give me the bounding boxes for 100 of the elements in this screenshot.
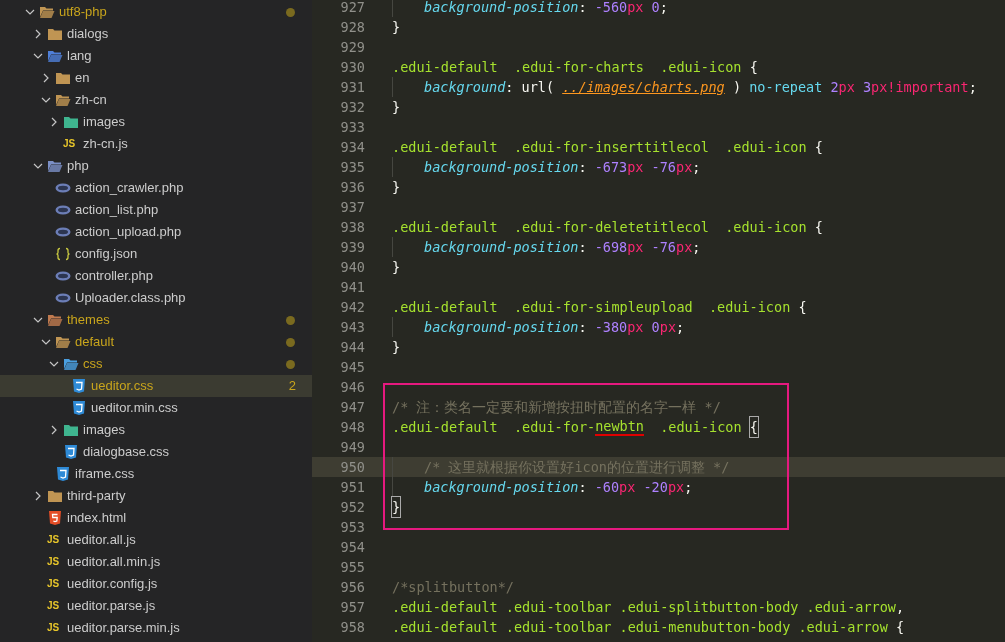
line-number: 953 xyxy=(339,517,365,537)
code-token: -76 xyxy=(650,237,676,257)
chevron-down-icon[interactable] xyxy=(25,7,35,17)
tree-item[interactable]: dialogs xyxy=(0,23,312,45)
tree-item[interactable]: JS ueditor.parse.min.js xyxy=(0,617,312,639)
code-token: -380 xyxy=(594,317,628,337)
js-file-icon: JS xyxy=(47,579,63,589)
code-token: , xyxy=(895,597,905,617)
line-number: 936 xyxy=(339,177,365,197)
line-number: 933 xyxy=(339,117,365,137)
tree-item[interactable]: lang xyxy=(0,45,312,67)
tree-item[interactable]: default xyxy=(0,331,312,353)
open-folder-icon xyxy=(47,48,63,64)
tree-item[interactable]: JS zh-cn.js xyxy=(0,133,312,155)
tree-item[interactable]: themes xyxy=(0,309,312,331)
open-folder-icon xyxy=(55,92,71,108)
chevron-down-icon[interactable] xyxy=(49,359,59,369)
line-number: 952 xyxy=(339,497,365,517)
code-token: /* 注：类名一定要和新增按扭时配置的名字一样 */ xyxy=(392,397,721,417)
line-number: 934 xyxy=(339,137,365,157)
code-token: 2 xyxy=(829,77,839,97)
tree-item[interactable]: ueditor.min.css xyxy=(0,397,312,419)
line-number: 949 xyxy=(339,437,365,457)
line-number: 947 xyxy=(339,397,365,417)
code-token: 0 xyxy=(650,0,660,17)
code-token: -698 xyxy=(594,237,628,257)
tree-item[interactable]: utf8-php xyxy=(0,1,312,23)
folder-icon xyxy=(63,422,79,438)
tree-item[interactable]: JS ueditor.all.js xyxy=(0,529,312,551)
tree-item[interactable]: images xyxy=(0,111,312,133)
code-token: } xyxy=(392,337,401,357)
tree-item[interactable]: index.html xyxy=(0,507,312,529)
line-number: 945 xyxy=(339,357,365,377)
chevron-right-icon[interactable] xyxy=(41,73,51,83)
tree-item[interactable]: images xyxy=(0,419,312,441)
code-token: ; xyxy=(968,77,977,97)
tree-item[interactable]: action_upload.php xyxy=(0,221,312,243)
line-number: 927 xyxy=(339,0,365,17)
code-token: no-repeat xyxy=(749,77,823,97)
code-token: /*splitbutton*/ xyxy=(392,577,514,597)
open-folder-icon xyxy=(47,158,63,174)
line-number: 932 xyxy=(339,97,365,117)
tree-item[interactable]: action_list.php xyxy=(0,199,312,221)
line-number: 931 xyxy=(339,77,365,97)
tree-item[interactable]: action_crawler.php xyxy=(0,177,312,199)
code-token: px xyxy=(838,77,855,97)
tree-item[interactable]: zh-cn xyxy=(0,89,312,111)
tree-item[interactable]: iframe.css xyxy=(0,463,312,485)
code-token: px xyxy=(676,157,693,177)
chevron-down-icon[interactable] xyxy=(41,95,51,105)
tree-item[interactable]: config.json xyxy=(0,243,312,265)
code-token: -60 xyxy=(594,477,620,497)
code-token: background-position xyxy=(424,0,579,17)
code-token: ; xyxy=(692,157,701,177)
tree-item[interactable]: controller.php xyxy=(0,265,312,287)
tree-item[interactable]: third-party xyxy=(0,485,312,507)
line-number: 954 xyxy=(339,537,365,557)
code-token: : xyxy=(578,157,588,177)
chevron-right-icon[interactable] xyxy=(33,491,43,501)
tree-item[interactable]: ueditor.css 2 xyxy=(0,375,312,397)
js-file-icon: JS xyxy=(47,601,63,611)
line-number: 958 xyxy=(339,617,365,637)
code-token: : xyxy=(578,477,588,497)
chevron-down-icon[interactable] xyxy=(41,337,51,347)
tree-item[interactable]: dialogbase.css xyxy=(0,441,312,463)
code-token: ../images/charts.png xyxy=(562,77,725,97)
code-token: background-position xyxy=(424,477,579,497)
line-number: 939 xyxy=(339,237,365,257)
code-token: 3 xyxy=(861,77,872,97)
code-token: ; xyxy=(659,0,668,17)
code-token: ; xyxy=(684,477,693,497)
line-number: 943 xyxy=(339,317,365,337)
line-number: 928 xyxy=(339,17,365,37)
line-number: 930 xyxy=(339,57,365,77)
code-token: { xyxy=(894,617,905,637)
chevron-right-icon[interactable] xyxy=(49,117,59,127)
line-number: 944 xyxy=(339,337,365,357)
chevron-right-icon[interactable] xyxy=(33,29,43,39)
chevron-right-icon[interactable] xyxy=(49,425,59,435)
tree-item[interactable]: JS ueditor.all.min.js xyxy=(0,551,312,573)
open-folder-icon xyxy=(47,312,63,328)
chevron-down-icon[interactable] xyxy=(33,161,43,171)
tree-item[interactable]: JS ueditor.parse.js xyxy=(0,595,312,617)
tree-item[interactable]: JS ueditor.config.js xyxy=(0,573,312,595)
tree-item[interactable]: css xyxy=(0,353,312,375)
open-folder-icon xyxy=(39,4,55,20)
tree-item[interactable]: en xyxy=(0,67,312,89)
code-token: : xyxy=(578,0,588,17)
code-token: px!important xyxy=(871,77,969,97)
chevron-down-icon[interactable] xyxy=(33,51,43,61)
line-number: 940 xyxy=(339,257,365,277)
tree-item[interactable]: php xyxy=(0,155,312,177)
tree-item[interactable]: Uploader.class.php xyxy=(0,287,312,309)
code-token: : url( xyxy=(505,77,556,97)
code-token: .edui-default .edui-for-charts .edui-icon xyxy=(392,57,742,77)
line-number: 956 xyxy=(339,577,365,597)
chevron-down-icon[interactable] xyxy=(33,315,43,325)
code-token: .edui-default .edui-for-deletetitlecol .edui-icon xyxy=(392,217,807,237)
code-token: { xyxy=(813,217,823,237)
code-token: newbtn xyxy=(595,418,644,436)
